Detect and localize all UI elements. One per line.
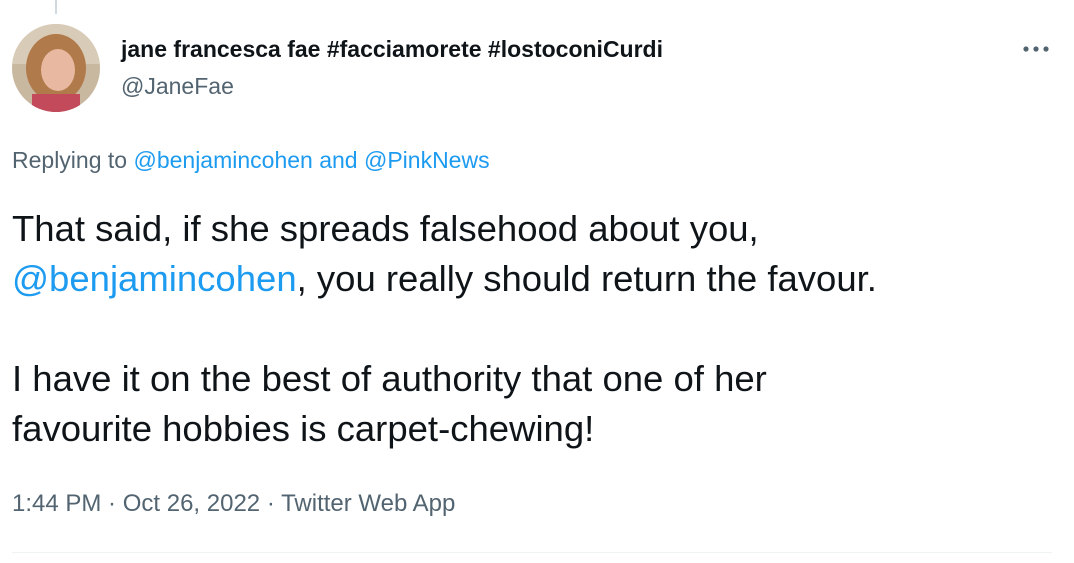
avatar[interactable] (12, 24, 100, 112)
meta-separator: · (260, 490, 282, 517)
author-handle[interactable]: @JaneFae (121, 73, 234, 100)
tweet-line-2: @benjamincohen, you really should return… (12, 254, 1062, 304)
tweet-date[interactable]: Oct 26, 2022 (123, 490, 260, 517)
replying-to-prefix: Replying to (12, 147, 134, 173)
tweet-metadata: 1:44 PM · Oct 26, 2022 · Twitter Web App (12, 490, 455, 518)
reply-joiner: and (312, 147, 364, 173)
tweet-line-3: I have it on the best of authority that … (12, 358, 767, 399)
meta-separator: · (101, 490, 123, 517)
more-horizontal-icon (1023, 46, 1049, 52)
tweet-text: That said, if she spreads falsehood abou… (12, 204, 1062, 454)
author-display-name[interactable]: jane francesca fae #facciamorete #lostoc… (121, 36, 663, 63)
avatar-image (12, 24, 100, 112)
divider (12, 552, 1052, 553)
tweet-mention-benjamincohen[interactable]: @benjamincohen (12, 258, 297, 299)
reply-mention-benjamincohen[interactable]: @benjamincohen (133, 147, 312, 173)
replying-to-line: Replying to @benjamincohen and @PinkNews (12, 147, 490, 174)
tweet-time[interactable]: 1:44 PM (12, 490, 101, 517)
tweet-source-app[interactable]: Twitter Web App (281, 490, 455, 517)
tweet-line-2-rest: , you really should return the favour. (296, 258, 877, 299)
thread-connector-line (55, 0, 57, 14)
tweet-line-4: favourite hobbies is carpet-chewing! (12, 408, 595, 449)
more-options-button[interactable] (1016, 34, 1056, 64)
reply-mention-pinknews[interactable]: @PinkNews (364, 147, 490, 173)
tweet-line-1: That said, if she spreads falsehood abou… (12, 208, 759, 249)
